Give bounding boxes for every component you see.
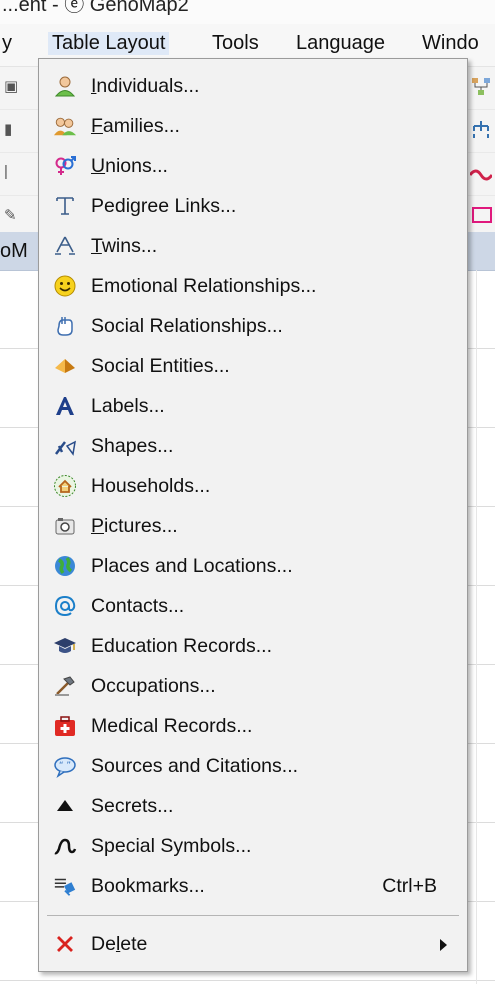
- menu-item-twins[interactable]: Twins...: [39, 227, 467, 267]
- menu-item-label: Pictures...: [91, 515, 178, 537]
- family-icon: [53, 114, 77, 138]
- menu-item-contacts[interactable]: Contacts...: [39, 587, 467, 627]
- hand-icon: [53, 314, 77, 338]
- menu-tools[interactable]: Tools: [212, 32, 259, 55]
- toolbar-button-icon[interactable]: ✎: [4, 206, 26, 228]
- menu-item-labels[interactable]: Labels...: [39, 387, 467, 427]
- graduation-cap-icon: [53, 634, 77, 658]
- menu-item-label: Labels...: [91, 395, 165, 417]
- bookmarks-icon: [53, 874, 77, 898]
- svg-text:“ ”: “ ”: [59, 761, 71, 771]
- menu-item-label: Individuals...: [91, 75, 200, 97]
- menu-item-social-relationships[interactable]: Social Relationships...: [39, 307, 467, 347]
- menu-item-label: Twins...: [91, 235, 158, 257]
- menu-item-medical-records[interactable]: Medical Records...: [39, 707, 467, 747]
- menu-item-label: Secrets...: [91, 795, 174, 817]
- toolbar-button-icon[interactable]: ▣: [4, 77, 26, 99]
- twins-icon: [53, 234, 77, 258]
- red-x-icon: [53, 932, 77, 956]
- relationship-line-icon[interactable]: [470, 161, 492, 185]
- menu-item-label: Families...: [91, 115, 180, 137]
- smiley-icon: [53, 274, 77, 298]
- rectangle-icon[interactable]: [470, 204, 492, 228]
- menu-item-families[interactable]: Families...: [39, 107, 467, 147]
- menu-item-label: Unions...: [91, 155, 168, 177]
- menu-item-label: Social Relationships...: [91, 315, 283, 337]
- gender-symbols-icon: [53, 154, 77, 178]
- toolbar-button-icon[interactable]: ▮: [4, 120, 26, 142]
- tree-icon[interactable]: [470, 75, 492, 99]
- menu-item-social-entities[interactable]: Social Entities...: [39, 347, 467, 387]
- menu-item-label: Shapes...: [91, 435, 174, 457]
- menu-table-layout[interactable]: Table Layout: [48, 32, 170, 55]
- menu-item-label: Pedigree Links...: [91, 195, 237, 217]
- menu-item-emotional-relationships[interactable]: Emotional Relationships...: [39, 267, 467, 307]
- submenu-arrow-icon: [440, 939, 447, 951]
- pedigree-link-icon: [53, 194, 77, 218]
- pyramid-icon: [53, 354, 77, 378]
- menu-separator: [47, 915, 459, 916]
- menu-item-label: Sources and Citations...: [91, 755, 299, 777]
- menu-item-label: Bookmarks...: [91, 875, 205, 897]
- menu-item-places-and-locations[interactable]: Places and Locations...: [39, 547, 467, 587]
- triangle-icon: [53, 794, 77, 818]
- medical-kit-icon: [53, 714, 77, 738]
- quote-bubble-icon: “ ”: [53, 754, 77, 778]
- hammer-icon: [53, 674, 77, 698]
- menu-language[interactable]: Language: [296, 32, 385, 55]
- title-bar: ...ent - ⓔ GenoMap2: [0, 0, 495, 24]
- window-title: ...ent - ⓔ GenoMap2: [2, 0, 189, 16]
- menu-item-unions[interactable]: Unions...: [39, 147, 467, 187]
- menu-item-bookmarks[interactable]: Bookmarks... Ctrl+B: [39, 867, 467, 907]
- person-icon: [53, 74, 77, 98]
- menu-item-education-records[interactable]: Education Records...: [39, 627, 467, 667]
- shortcut-label: Ctrl+B: [382, 875, 437, 897]
- globe-icon: [53, 554, 77, 578]
- camera-icon: [53, 514, 77, 538]
- menu-item-label: Households...: [91, 475, 211, 497]
- menu-display[interactable]: y: [2, 32, 12, 55]
- menu-item-label: Social Entities...: [91, 355, 230, 377]
- menu-item-pictures[interactable]: Pictures...: [39, 507, 467, 547]
- menu-item-households[interactable]: Households...: [39, 467, 467, 507]
- squiggle-icon: [53, 834, 77, 858]
- menu-item-secrets[interactable]: Secrets...: [39, 787, 467, 827]
- menu-item-pedigree-links[interactable]: Pedigree Links...: [39, 187, 467, 227]
- menu-item-label: Special Symbols...: [91, 835, 252, 857]
- menu-item-label: Delete: [91, 933, 148, 955]
- menu-item-label: Medical Records...: [91, 715, 253, 737]
- hierarchy-icon[interactable]: [470, 118, 492, 142]
- menu-item-special-symbols[interactable]: Special Symbols...: [39, 827, 467, 867]
- menu-item-individuals[interactable]: Individuals...: [39, 67, 467, 107]
- menu-item-label: Emotional Relationships...: [91, 275, 317, 297]
- grid-line: [476, 270, 477, 984]
- house-icon: [53, 474, 77, 498]
- menu-item-label: Occupations...: [91, 675, 216, 697]
- menu-item-occupations[interactable]: Occupations...: [39, 667, 467, 707]
- menu-item-label: Education Records...: [91, 635, 273, 657]
- letter-a-icon: [53, 394, 77, 418]
- menu-item-shapes[interactable]: Shapes...: [39, 427, 467, 467]
- toolbar-button-icon[interactable]: |: [4, 163, 26, 185]
- grid-line: [0, 980, 495, 981]
- menu-item-label: Contacts...: [91, 595, 185, 617]
- at-sign-icon: [53, 594, 77, 618]
- menu-window[interactable]: Windo: [422, 32, 479, 55]
- menu-item-sources-and-citations[interactable]: “ ” Sources and Citations...: [39, 747, 467, 787]
- shapes-icon: [53, 434, 77, 458]
- table-layout-dropdown-menu: Individuals... Families... Unions... Ped…: [38, 58, 468, 972]
- menu-item-label: Places and Locations...: [91, 555, 293, 577]
- column-header-label: oM: [0, 240, 28, 262]
- menu-item-delete[interactable]: Delete: [39, 925, 467, 965]
